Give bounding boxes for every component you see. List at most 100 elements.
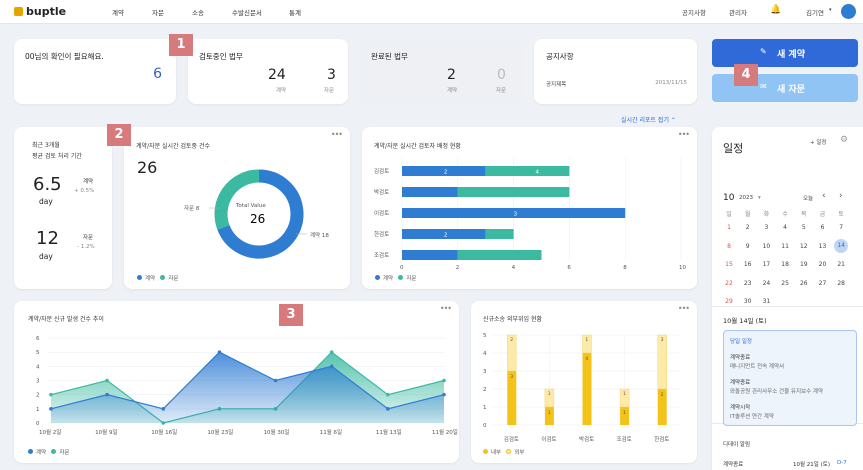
calendar-day[interactable]: 11 [778,243,792,250]
next-month-icon[interactable]: › [839,191,843,201]
donut-center-value: 26 [250,212,265,226]
x-tick-label: 10월 23일 [207,428,233,436]
schedule-title: 일정 [723,142,744,155]
bell-icon[interactable]: 🔔 [770,5,781,15]
calendar-day[interactable]: 18 [778,261,792,268]
calendar-day[interactable]: 23 [741,280,755,287]
x-tick-label: 10월 9일 [95,428,117,436]
reviewing-advice-count: 3 [327,67,336,83]
chevron-down-icon[interactable]: ▾ [829,7,832,13]
calendar-day[interactable]: 31 [759,298,773,305]
bar-external [657,334,667,390]
calendar-day[interactable]: 14 [834,238,849,253]
avg-advice-label: 자문 [83,235,94,241]
nav-item-contract[interactable]: 계약 [112,7,124,17]
brand-logo[interactable]: buptle [14,5,66,18]
x-tick-label: 11월 13일 [376,428,402,436]
avg-advice-value: 12 [36,228,59,249]
top-bar: buptle 계약 자문 소송 수발신문서 통계 공지사항 관리자 🔔 김기연 … [0,0,863,24]
calendar-day[interactable]: 21 [834,261,848,268]
today-button[interactable]: 오늘 [803,194,813,202]
nav-item-advice[interactable]: 자문 [152,7,164,17]
avg-contract-unit: day [39,197,53,206]
report-toggle-link[interactable]: 실시간 리포트 접기 ⌃ [621,115,676,124]
admin-link[interactable]: 관리자 [729,7,747,17]
avg-contract-label: 계약 [83,179,94,185]
calendar-day[interactable]: 19 [797,261,811,268]
calendar-day[interactable]: 4 [778,224,792,231]
nav-item-litigation[interactable]: 소송 [192,7,204,17]
bar-data-label: 1 [633,212,637,218]
chat-icon: ✉ [760,82,767,91]
calendar-day[interactable]: 30 [741,298,755,305]
calendar-day[interactable]: 9 [741,243,755,250]
calendar-day[interactable]: 1 [722,224,736,231]
avatar[interactable] [841,4,856,19]
calendar-day[interactable]: 7 [834,224,848,231]
calendar-day[interactable]: 27 [816,280,830,287]
calendar-day[interactable]: 20 [816,261,830,268]
nav-item-stats[interactable]: 통계 [289,7,301,17]
notice-link[interactable]: 공지사항 [682,7,706,17]
calendar-day[interactable]: 16 [741,261,755,268]
calendar-day[interactable]: 12 [797,243,811,250]
calendar-year[interactable]: 2023 [739,195,753,201]
calendar-day[interactable]: 13 [816,243,830,250]
prev-month-icon[interactable]: ‹ [822,191,826,201]
gear-icon[interactable]: ⚙ [840,135,848,145]
avg-contract-value: 6.5 [33,174,62,195]
y-tick-label: 3 [36,379,40,385]
calendar-day[interactable]: 26 [797,280,811,287]
event-label[interactable]: 계약시작 [730,403,750,411]
calendar-day[interactable]: 28 [834,280,848,287]
done-card[interactable]: 완료된 법무 2 계약 0 자문 [360,39,522,104]
confirm-card[interactable]: 00님의 확인이 필요해요. 6 [14,39,176,104]
y-tick-label: 0 [36,421,40,427]
avg-contract-delta: + 0.5% [74,188,95,194]
y-tick-label: 4 [36,364,40,370]
avg-period-card: 최근 3개월 평균 검토 처리 기간 6.5 day 계약 + 0.5% 12 … [14,127,112,289]
x-tick-label: 6 [567,265,571,271]
event-desc[interactable]: IT솔루션 연간 계약 [730,412,774,420]
calendar-day[interactable]: 8 [722,243,736,250]
calendar-day[interactable]: 6 [816,224,830,231]
new-contract-button[interactable]: ✎ 새 계약 [712,39,858,67]
calendar-day[interactable]: 2 [741,224,755,231]
y-tick-label: 5 [483,333,487,339]
litigation-legend: 내부 외부 [483,448,525,456]
event-label[interactable]: 계약종료 [730,378,750,386]
calendar-day[interactable]: 25 [778,280,792,287]
chevron-down-icon[interactable]: ▾ [758,195,761,201]
calendar-day[interactable]: 10 [759,243,773,250]
annotation-mark-1: 1 [169,34,193,56]
event-desc[interactable]: 매니지먼트 전속 계약서 [730,362,784,370]
calendar-day[interactable]: 5 [797,224,811,231]
annotation-mark-3: 3 [279,304,303,326]
trend-area-chart: 0 1 2 3 4 5 6 10월 2일 10월 9일 10월 16일 10월 23일 10월 30일… [36,336,458,436]
notice-item[interactable]: 공지제목 [546,80,566,88]
calendar-day[interactable]: 24 [759,280,773,287]
calendar-day[interactable]: 22 [722,280,736,287]
weekday-header: 월 [744,211,751,218]
reviewing-card[interactable]: 검토중인 법무 24 계약 3 자문 [188,39,348,104]
x-tick-label: 10 [679,265,686,271]
calendar-day[interactable]: 17 [759,261,773,268]
bar-data-label: 3 [514,212,518,218]
nav-item-documents[interactable]: 수발신문서 [232,7,262,17]
calendar-day[interactable]: 15 [722,261,736,268]
avg-advice-unit: day [39,252,53,261]
point-contract [105,392,109,397]
user-name[interactable]: 김기연 [806,7,824,17]
y-tick-label: 김검토 [374,168,389,175]
y-tick-label: 0 [483,423,487,429]
reviewing-title: 검토중인 법무 [199,52,243,61]
event-desc[interactable]: 와돌공원 관리사무소 건물 유지보수 계약 [730,387,823,395]
legend-swatch-external [506,449,512,454]
bar-internal [620,407,630,425]
notice-card[interactable]: 공지사항 공지제목 2013/11/15 [534,39,697,104]
add-schedule-button[interactable]: + 일정 [810,138,826,146]
calendar-day[interactable]: 3 [759,224,773,231]
done-contract-count: 2 [447,67,456,83]
event-label[interactable]: 계약종료 [730,353,750,361]
calendar-day[interactable]: 29 [722,298,736,305]
